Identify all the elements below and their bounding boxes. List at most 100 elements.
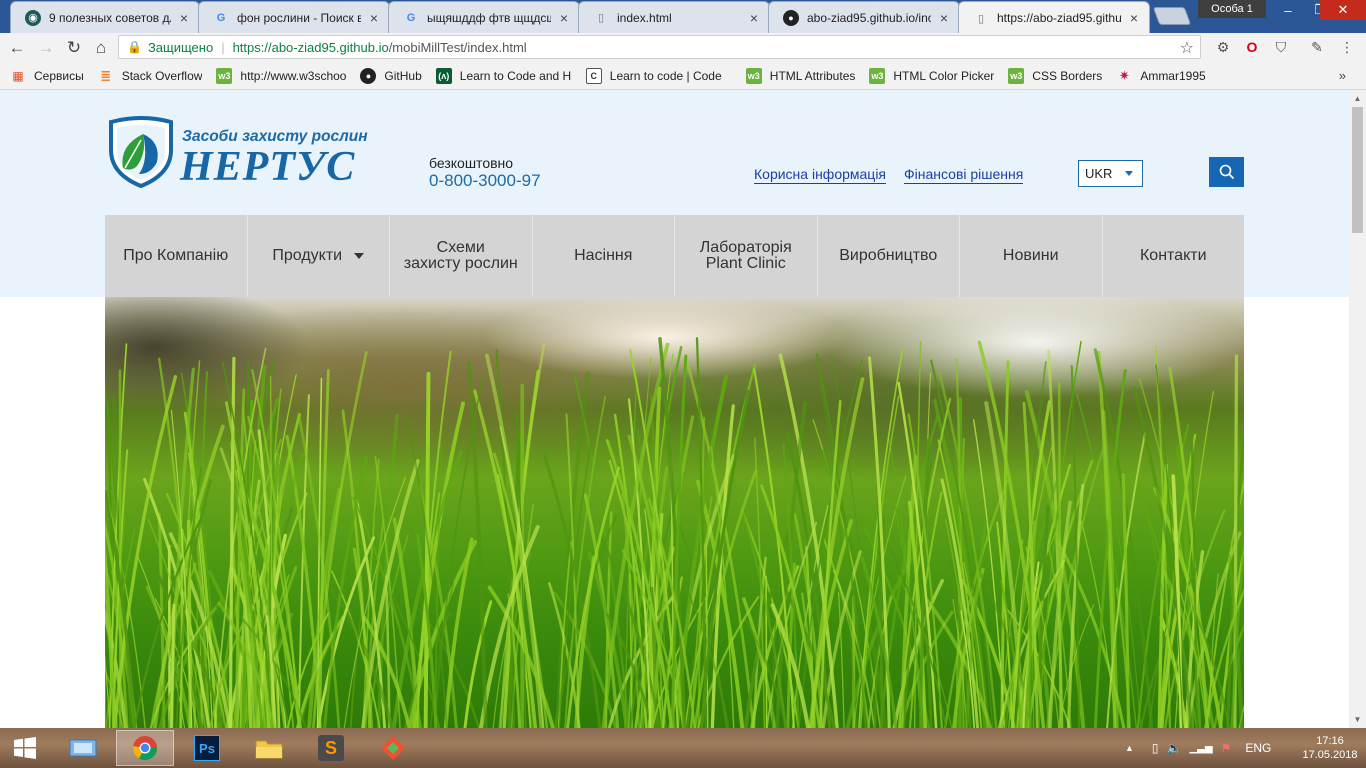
w3schools-icon: w3 [1008, 67, 1025, 84]
w3schools-icon: w3 [745, 67, 762, 84]
google-icon: G [406, 11, 416, 24]
language-select[interactable]: UKR [1078, 160, 1143, 187]
volume-icon[interactable]: 🔈 [1167, 741, 1182, 755]
opera-icon: ◉ [25, 9, 41, 26]
close-icon[interactable]: × [177, 10, 191, 26]
opera-extension-icon[interactable]: O [1243, 38, 1261, 56]
sublime-icon[interactable]: S [302, 730, 360, 766]
search-icon [1219, 164, 1234, 180]
browser-tab[interactable]: ▯ index.html × [578, 1, 770, 33]
menu-icon[interactable]: ⋮ [1338, 38, 1356, 56]
photoshop-icon[interactable]: Ps [178, 730, 236, 766]
input-language[interactable]: ENG [1245, 741, 1271, 755]
windows-taskbar: Ps S ▲ ▯ 🔈 ▁▃▅ ⚑ ENG 17:16 17.05.2018 [0, 728, 1366, 768]
close-icon[interactable]: × [557, 10, 571, 26]
scrollbar-thumb[interactable] [1352, 107, 1363, 233]
git-icon[interactable] [364, 730, 422, 766]
nav-item-news[interactable]: Новини [960, 215, 1103, 297]
useful-info-link[interactable]: Корисна інформація [754, 166, 887, 184]
file-manager-icon[interactable] [54, 730, 112, 766]
page-scrollbar[interactable]: ▲ ▼ [1349, 90, 1366, 728]
chrome-icon[interactable] [116, 730, 174, 766]
w3schools-icon: w3 [869, 67, 886, 84]
bookmark-item[interactable]: ✷ Ammar1995 [1116, 67, 1206, 84]
close-icon[interactable]: × [1127, 10, 1141, 26]
github-icon: ● [360, 67, 377, 84]
w3schools-icon: w3 [216, 67, 233, 84]
close-icon[interactable]: × [367, 10, 381, 26]
url-host: https://abo-ziad95.github.io [232, 39, 389, 55]
leaf-shield-icon [109, 116, 173, 188]
nav-item-protection-schemes[interactable]: Схеми захисту рослин [390, 215, 533, 297]
shield-icon[interactable]: ⛉ [1272, 38, 1290, 56]
phone-number[interactable]: 0-800-3000-97 [429, 171, 541, 191]
nav-item-production[interactable]: Виробництво [818, 215, 960, 297]
lock-icon: 🔒 [127, 40, 142, 54]
profile-button[interactable]: Особа 1 [1198, 0, 1266, 18]
bookmark-item[interactable]: w3 HTML Color Picker [869, 67, 994, 84]
browser-tab[interactable]: G фон рослини - Поиск в × [198, 1, 390, 33]
reload-icon[interactable]: ↻ [63, 37, 85, 59]
close-icon[interactable]: × [747, 10, 761, 26]
eyedropper-icon[interactable]: ✎ [1308, 38, 1326, 56]
browser-tab-active[interactable]: ▯ https://abo-ziad95.githu × [958, 1, 1150, 34]
site-logo[interactable]: Засоби захисту рослин НЕРТУС [105, 116, 380, 190]
omnibox-separator: | [221, 39, 225, 55]
extension-icon[interactable]: ⚙ [1214, 38, 1232, 56]
star-icon: ✷ [1118, 67, 1130, 83]
back-icon[interactable]: ← [6, 37, 28, 59]
bookmark-item[interactable]: (ʌ) Learn to Code and H [435, 67, 572, 84]
tab-strip: ◉ 9 полезных советов для × G фон рослини… [0, 0, 1366, 34]
more-bookmarks-icon[interactable]: » [1339, 68, 1346, 83]
bookmark-item[interactable]: w3 http://www.w3schoo [216, 67, 346, 84]
language-value: UKR [1085, 166, 1113, 181]
bookmarks-bar: ▦ Сервисы ≣ Stack Overflow w3 http://www… [0, 62, 1366, 90]
browser-tab[interactable]: ◉ 9 полезных советов для × [10, 1, 200, 33]
battery-icon[interactable]: ▯ [1152, 741, 1159, 755]
action-center-icon[interactable]: ⚑ [1221, 741, 1232, 755]
hero-image-grass [105, 297, 1244, 728]
stackoverflow-icon: ≣ [100, 67, 112, 83]
scroll-up-icon[interactable]: ▲ [1349, 90, 1366, 107]
nav-item-contacts[interactable]: Контакти [1103, 215, 1245, 297]
nav-item-laboratory[interactable]: Лабораторія Plant Clinic [675, 215, 818, 297]
search-button[interactable] [1209, 157, 1244, 187]
explorer-icon[interactable] [240, 730, 298, 766]
chevron-up-icon[interactable]: ▲ [1125, 743, 1134, 753]
freecodecamp-icon: (ʌ) [435, 67, 452, 84]
github-icon: ● [783, 9, 799, 26]
windows-start-icon[interactable] [0, 730, 50, 766]
main-navigation: Про Компанію Продукти Схеми захисту росл… [105, 215, 1244, 297]
scroll-down-icon[interactable]: ▼ [1349, 711, 1366, 728]
logo-name: НЕРТУС [180, 144, 356, 190]
bookmark-item[interactable]: C Learn to code | Code [585, 67, 732, 84]
file-icon: ▯ [977, 12, 985, 25]
bookmark-item[interactable]: ● GitHub [360, 67, 422, 84]
secure-label: Защищено [147, 39, 214, 55]
financial-solutions-link[interactable]: Фінансові рішення [904, 166, 1024, 184]
bookmark-item[interactable]: w3 HTML Attributes [745, 67, 855, 84]
browser-tab[interactable]: G ыщяшддф фтв щщдсщкг × [388, 1, 580, 33]
browser-tab[interactable]: ● abo-ziad95.github.io/inc × [768, 1, 960, 33]
bookmark-item[interactable]: w3 CSS Borders [1008, 67, 1102, 84]
chevron-down-icon [354, 253, 365, 259]
close-icon[interactable]: × [937, 10, 951, 26]
network-icon[interactable]: ▁▃▅ [1189, 743, 1212, 754]
minimize-icon[interactable]: – [1272, 0, 1304, 20]
file-icon: ▯ [597, 12, 605, 24]
nav-item-products[interactable]: Продукти [248, 215, 390, 297]
new-tab-button[interactable] [1152, 7, 1192, 25]
close-window-icon[interactable]: ✕ [1320, 0, 1366, 20]
forward-icon[interactable]: → [35, 37, 57, 59]
bookmark-item[interactable]: ▦ Сервисы [10, 68, 83, 84]
nav-item-about[interactable]: Про Компанію [105, 215, 248, 297]
bookmark-item[interactable]: ≣ Stack Overflow [98, 67, 202, 84]
home-icon[interactable]: ⌂ [90, 37, 112, 59]
url-path: /mobiMillTest/index.html [388, 39, 527, 55]
bookmark-star-icon[interactable]: ☆ [1180, 38, 1194, 58]
nav-item-seeds[interactable]: Насіння [533, 215, 675, 297]
system-clock[interactable]: 17:16 17.05.2018 [1302, 734, 1358, 762]
system-tray: ▲ ▯ 🔈 ▁▃▅ ⚑ ENG [1125, 728, 1271, 768]
address-bar[interactable]: 🔒 Защищено | https://abo-ziad95.github.i… [118, 35, 1201, 59]
google-icon: G [216, 11, 226, 24]
